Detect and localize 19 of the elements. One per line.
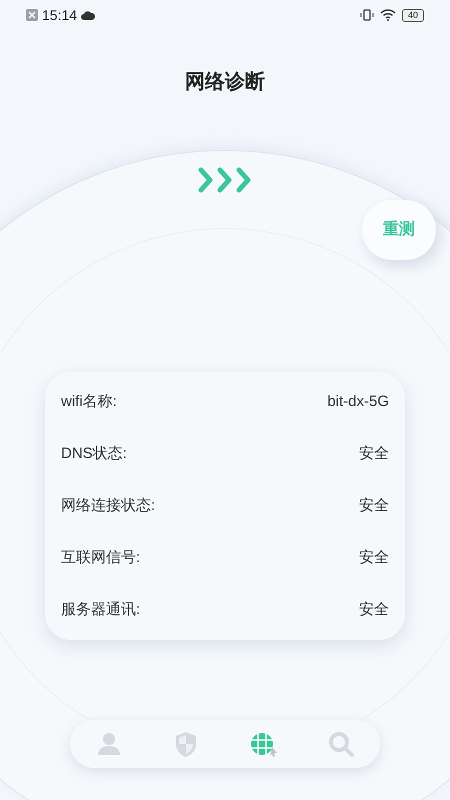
info-label: 互联网信号: <box>61 548 140 568</box>
wifi-icon <box>380 9 396 21</box>
notification-icon <box>26 9 38 21</box>
info-value: 安全 <box>359 548 389 568</box>
page-title: 网络诊断 <box>185 70 265 95</box>
status-time: 15:14 <box>42 6 78 24</box>
search-icon[interactable] <box>326 729 356 759</box>
vibrate-icon <box>360 9 374 21</box>
chevrons-icon <box>197 167 253 193</box>
cloud-icon <box>81 10 96 20</box>
info-label: 服务器通讯: <box>61 600 140 620</box>
info-label: DNS状态: <box>61 444 127 464</box>
info-label: wifi名称: <box>61 392 117 412</box>
battery-indicator: 40 <box>402 8 424 22</box>
info-value: 安全 <box>359 444 389 464</box>
info-value: 安全 <box>359 600 389 620</box>
info-value: bit-dx-5G <box>327 392 389 412</box>
info-value: 安全 <box>359 496 389 516</box>
info-label: 网络连接状态: <box>61 496 156 516</box>
